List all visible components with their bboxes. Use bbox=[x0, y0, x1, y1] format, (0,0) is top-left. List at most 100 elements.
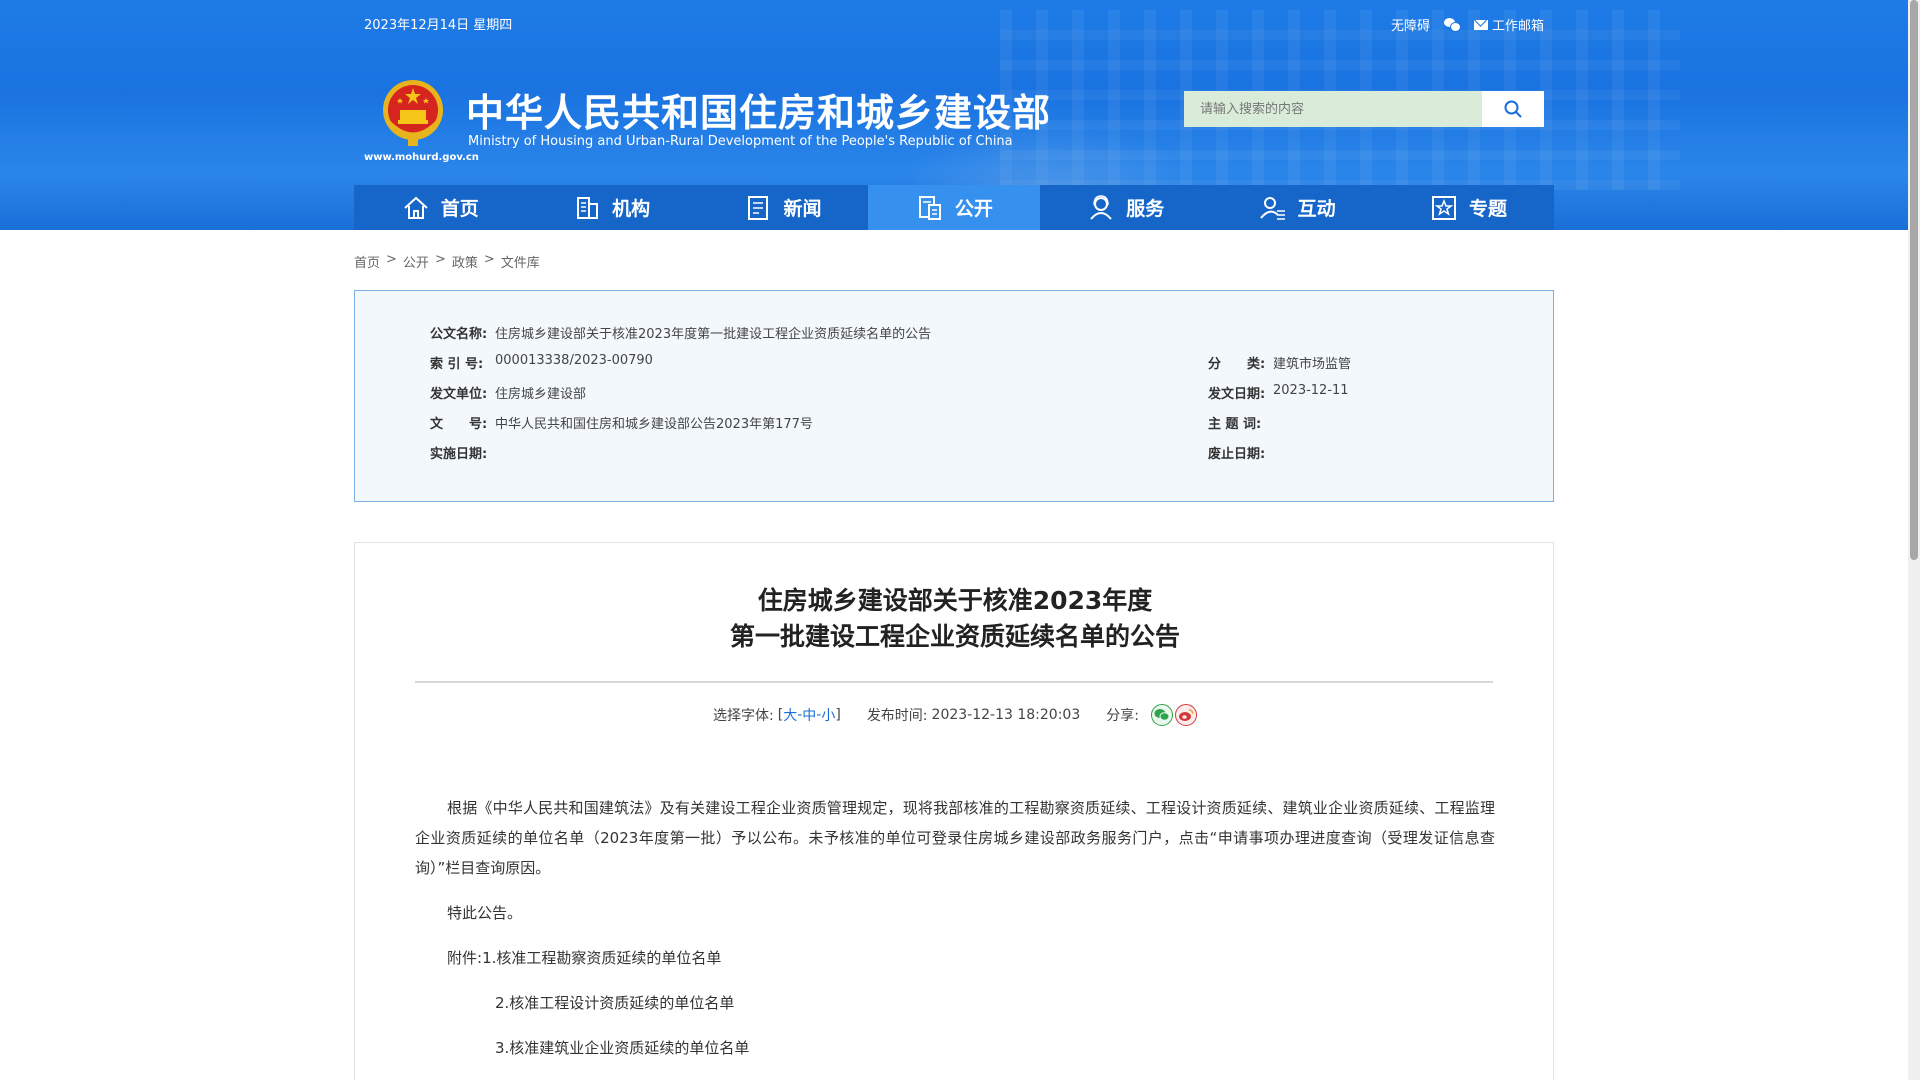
breadcrumb-policy[interactable]: 政策 bbox=[452, 252, 478, 271]
nav-interaction-label: 互动 bbox=[1297, 198, 1336, 220]
nav-home-label: 首页 bbox=[440, 198, 479, 220]
nav-interaction[interactable]: 互动 bbox=[1211, 185, 1382, 230]
national-emblem-icon[interactable] bbox=[380, 78, 446, 148]
building-icon bbox=[577, 196, 599, 219]
work-mail-link[interactable]: 工作邮箱 bbox=[1473, 15, 1544, 34]
article-meta: 选择字体: [ 大 - 中 - 小 ] 发布时间: 2023-12-13 18:… bbox=[355, 704, 1555, 726]
service-icon bbox=[1090, 194, 1113, 220]
info-index-value: 000013338/2023-00790 bbox=[495, 353, 653, 368]
info-issuer-label: 发文单位: bbox=[430, 387, 488, 402]
nav-topic-label: 专题 bbox=[1469, 198, 1508, 220]
info-issuer: 发文单位: 住房城乡建设部 bbox=[430, 383, 586, 402]
nav-service[interactable]: 服务 bbox=[1040, 185, 1211, 230]
nav-disclosure-label: 公开 bbox=[954, 198, 993, 220]
info-doc-number-value: 中华人民共和国住房和城乡建设部公告2023年第177号 bbox=[495, 417, 813, 432]
info-subject-label: 主 题 词: bbox=[1208, 417, 1262, 432]
breadcrumb-disclosure[interactable]: 公开 bbox=[403, 252, 429, 271]
info-category: 分 类: 建筑市场监管 bbox=[1208, 353, 1351, 372]
attachment-item-3: 3.核准建筑业企业资质延续的单位名单 bbox=[415, 1033, 1495, 1063]
font-size-label: 选择字体: bbox=[713, 708, 774, 724]
attachment-label: 附件: bbox=[447, 949, 483, 967]
nav-organization[interactable]: 机构 bbox=[525, 185, 696, 230]
scrollbar-thumb[interactable] bbox=[1910, 0, 1918, 560]
nav-disclosure[interactable]: 公开 bbox=[868, 185, 1040, 230]
info-issuer-value: 住房城乡建设部 bbox=[495, 387, 587, 402]
article-title: 住房城乡建设部关于核准2023年度 第一批建设工程企业资质延续名单的公告 bbox=[355, 583, 1555, 655]
work-mail-label: 工作邮箱 bbox=[1491, 19, 1544, 34]
home-icon bbox=[404, 196, 428, 219]
breadcrumb-file-library[interactable]: 文件库 bbox=[501, 252, 540, 271]
attachment-item-2: 2.核准工程设计资质延续的单位名单 bbox=[415, 988, 1495, 1018]
nav-topic[interactable]: 专题 bbox=[1382, 185, 1553, 230]
nav-service-label: 服务 bbox=[1126, 198, 1165, 220]
nav-news-label: 新闻 bbox=[783, 198, 822, 220]
font-size-large[interactable]: 大 bbox=[783, 705, 797, 725]
attachment-link-2[interactable]: 2.核准工程设计资质延续的单位名单 bbox=[495, 994, 734, 1012]
current-date: 2023年12月14日 星期四 bbox=[364, 18, 513, 33]
article-title-line2: 第一批建设工程企业资质延续名单的公告 bbox=[729, 622, 1180, 651]
attachment-item-1: 附件:1.核准工程勘察资质延续的单位名单 bbox=[415, 943, 1495, 973]
info-expiry-date-label: 废止日期: bbox=[1208, 447, 1266, 462]
info-issue-date: 发文日期: 2023-12-11 bbox=[1208, 383, 1349, 402]
article-closing: 特此公告。 bbox=[447, 904, 523, 922]
title-divider bbox=[415, 681, 1493, 683]
breadcrumb-home[interactable]: 首页 bbox=[354, 252, 380, 271]
site-header: 2023年12月14日 星期四 无障碍 工作邮箱 www.mohurd.gov.… bbox=[0, 0, 1908, 230]
info-doc-name-value: 住房城乡建设部关于核准2023年度第一批建设工程企业资质延续名单的公告 bbox=[495, 327, 932, 342]
breadcrumb-separator: > bbox=[483, 252, 495, 267]
document-info-panel: 公文名称: 住房城乡建设部关于核准2023年度第一批建设工程企业资质延续名单的公… bbox=[354, 290, 1554, 502]
info-category-value: 建筑市场监管 bbox=[1273, 357, 1352, 372]
attachment-link-3[interactable]: 3.核准建筑业企业资质延续的单位名单 bbox=[495, 1039, 749, 1057]
news-icon bbox=[748, 195, 769, 220]
info-doc-name: 公文名称: 住房城乡建设部关于核准2023年度第一批建设工程企业资质延续名单的公… bbox=[430, 323, 931, 342]
info-expiry-date: 废止日期: bbox=[1208, 443, 1273, 462]
info-category-label: 分 类: bbox=[1208, 357, 1266, 372]
nav-home[interactable]: 首页 bbox=[354, 185, 525, 230]
info-issue-date-value: 2023-12-11 bbox=[1273, 383, 1349, 398]
article-container: 住房城乡建设部关于核准2023年度 第一批建设工程企业资质延续名单的公告 选择字… bbox=[354, 542, 1554, 1080]
font-bracket-close: ] bbox=[835, 707, 841, 723]
site-title-english: Ministry of Housing and Urban-Rural Deve… bbox=[468, 134, 1013, 149]
site-url: www.mohurd.gov.cn bbox=[364, 152, 479, 163]
breadcrumb: 首页 > 公开 > 政策 > 文件库 bbox=[354, 252, 540, 271]
main-nav: 首页 机构 新闻 公开 服务 互动 专题 bbox=[354, 185, 1554, 230]
wechat-link[interactable] bbox=[1443, 18, 1461, 32]
site-title-chinese[interactable]: 中华人民共和国住房和城乡建设部 bbox=[466, 82, 1051, 137]
font-size-medium[interactable]: 中 bbox=[802, 705, 816, 725]
article-paragraph: 根据《中华人民共和国建筑法》及有关建设工程企业资质管理规定，现将我部核准的工程勘… bbox=[415, 799, 1495, 877]
mail-icon bbox=[1473, 19, 1488, 30]
info-effective-date: 实施日期: bbox=[430, 443, 495, 462]
info-doc-number: 文 号: 中华人民共和国住房和城乡建设部公告2023年第177号 bbox=[430, 413, 813, 432]
topbar-links: 无障碍 工作邮箱 bbox=[1391, 15, 1544, 34]
page-scrollbar[interactable] bbox=[1908, 0, 1920, 1080]
breadcrumb-separator: > bbox=[434, 252, 446, 267]
accessibility-link[interactable]: 无障碍 bbox=[1391, 15, 1430, 34]
breadcrumb-separator: > bbox=[386, 252, 397, 267]
search-button[interactable] bbox=[1482, 91, 1544, 127]
nav-organization-label: 机构 bbox=[612, 198, 651, 220]
font-size-small[interactable]: 小 bbox=[821, 705, 835, 725]
share-wechat-icon[interactable] bbox=[1150, 704, 1173, 726]
publish-time-label: 发布时间: bbox=[866, 708, 928, 724]
interaction-icon bbox=[1259, 196, 1285, 220]
share-label: 分享: bbox=[1106, 708, 1139, 724]
info-index-label: 索 引 号: bbox=[430, 357, 484, 372]
info-doc-number-label: 文 号: bbox=[430, 417, 488, 432]
nav-news[interactable]: 新闻 bbox=[697, 185, 868, 230]
attachment-link-1[interactable]: 1.核准工程勘察资质延续的单位名单 bbox=[482, 949, 721, 967]
article-body: 根据《中华人民共和国建筑法》及有关建设工程企业资质管理规定，现将我部核准的工程勘… bbox=[415, 793, 1495, 1063]
info-index: 索 引 号: 000013338/2023-00790 bbox=[430, 353, 653, 372]
search-icon bbox=[1504, 100, 1522, 118]
wechat-icon bbox=[1443, 18, 1461, 32]
search-input[interactable] bbox=[1184, 91, 1482, 127]
publish-time-value: 2023-12-13 18:20:03 bbox=[931, 707, 1081, 723]
info-subject: 主 题 词: bbox=[1208, 413, 1273, 432]
topic-icon bbox=[1432, 195, 1457, 220]
article-title-line1: 住房城乡建设部关于核准2023年度 bbox=[757, 586, 1153, 615]
info-effective-date-label: 实施日期: bbox=[430, 447, 488, 462]
info-doc-name-label: 公文名称: bbox=[430, 327, 488, 342]
search-box bbox=[1184, 91, 1544, 127]
disclosure-icon bbox=[918, 195, 941, 220]
info-issue-date-label: 发文日期: bbox=[1208, 387, 1266, 402]
share-weibo-icon[interactable] bbox=[1174, 704, 1197, 726]
